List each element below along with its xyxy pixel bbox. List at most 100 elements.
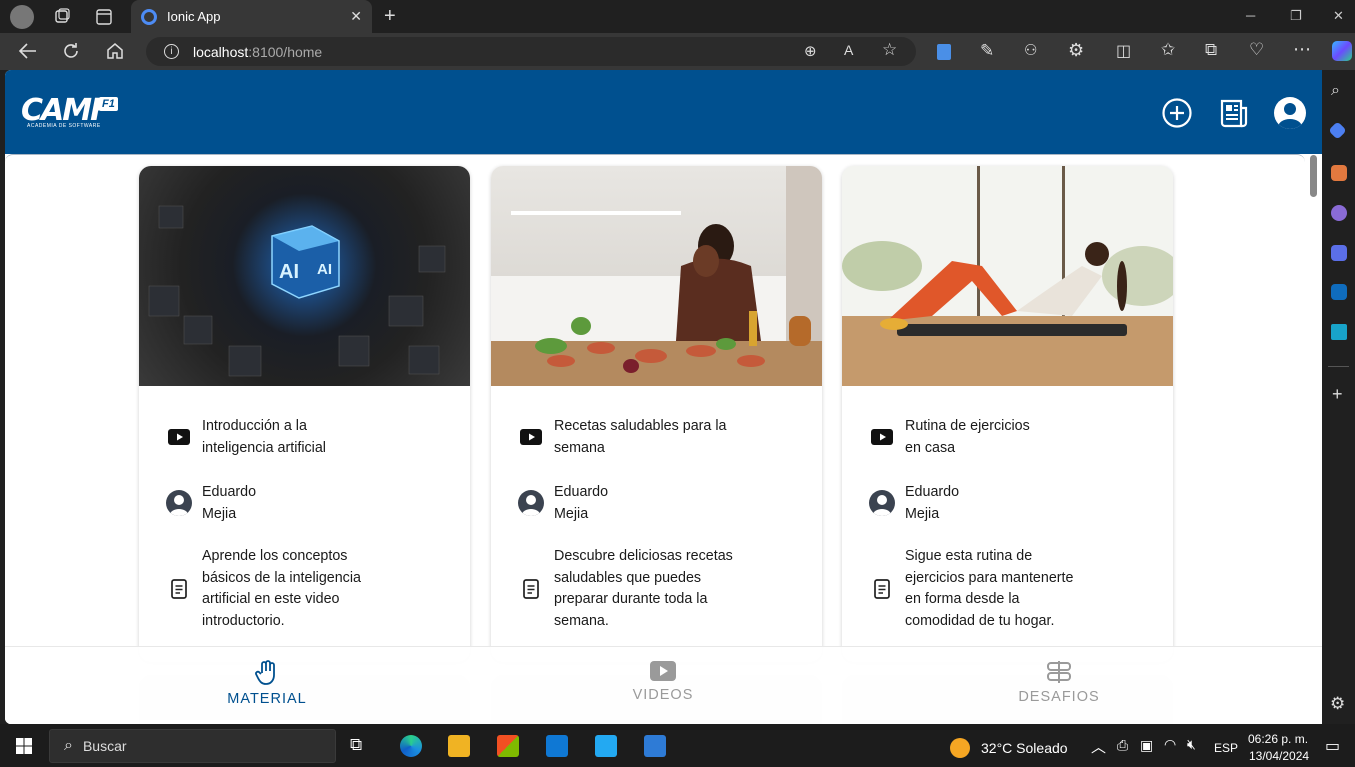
home-icon[interactable] bbox=[106, 42, 124, 60]
notifications-icon[interactable]: ▭ bbox=[1325, 736, 1340, 756]
tab-desafios[interactable]: DESAFIOS bbox=[861, 647, 1257, 724]
taskbar-search[interactable]: ⌕ Buscar bbox=[49, 729, 336, 763]
site-info-icon[interactable]: i bbox=[164, 44, 179, 59]
weather-sun-icon[interactable] bbox=[950, 738, 970, 758]
refresh-icon[interactable] bbox=[62, 42, 80, 60]
youtube-icon bbox=[871, 429, 893, 445]
scrollbar[interactable] bbox=[1305, 154, 1322, 724]
sidebar-settings-icon[interactable]: ⚙ bbox=[1330, 694, 1345, 714]
card-title: Rutina de ejercicios en casa bbox=[905, 418, 1030, 456]
sidebar-shopping-icon[interactable] bbox=[1328, 121, 1347, 140]
back-icon[interactable] bbox=[18, 42, 38, 60]
document-icon bbox=[874, 579, 890, 599]
browser-essentials-icon[interactable]: ♡ bbox=[1249, 40, 1264, 60]
person-circle-icon[interactable] bbox=[1273, 96, 1307, 130]
browser-tab-active[interactable]: Ionic App ✕ bbox=[131, 0, 372, 33]
card-recipes[interactable]: Recetas saludables para la semana Eduard… bbox=[491, 166, 822, 662]
vertical-tabs-icon[interactable] bbox=[95, 8, 113, 26]
clock-time[interactable]: 06:26 p. m. bbox=[1248, 732, 1308, 746]
mail-icon[interactable] bbox=[546, 735, 568, 757]
url-host: localhost bbox=[193, 43, 249, 60]
copilot-icon[interactable] bbox=[1332, 41, 1352, 61]
document-icon bbox=[523, 579, 539, 599]
edge-sidebar: ⌕ + ⚙ bbox=[1322, 70, 1355, 724]
photos-icon[interactable] bbox=[644, 735, 666, 757]
edge-taskbar-icon[interactable] bbox=[400, 735, 422, 757]
sidebar-tools-icon[interactable] bbox=[1331, 165, 1347, 181]
sidebar-outlook-icon[interactable] bbox=[1331, 284, 1347, 300]
extension-2-icon[interactable]: ⚇ bbox=[1024, 41, 1037, 59]
tab-close-icon[interactable]: ✕ bbox=[350, 8, 362, 25]
minimize-icon[interactable]: ─ bbox=[1246, 8, 1255, 23]
show-hidden-icons[interactable]: ︿ bbox=[1091, 736, 1106, 757]
display-icon[interactable]: ▣ bbox=[1140, 737, 1153, 754]
tab-favicon-icon bbox=[141, 8, 157, 25]
wifi-icon[interactable]: ◠ bbox=[1164, 736, 1176, 753]
card-image-exercise bbox=[842, 166, 1173, 386]
card-ai[interactable]: AI AI Introducción a la inteligencia art… bbox=[139, 166, 470, 662]
card-author: Eduardo Mejia bbox=[905, 484, 960, 522]
signpost-icon bbox=[1047, 661, 1071, 683]
windows-start-icon[interactable] bbox=[16, 738, 32, 754]
search-icon: ⌕ bbox=[64, 737, 73, 754]
tab-title: Ionic App bbox=[167, 9, 221, 24]
sidebar-drop-icon[interactable] bbox=[1331, 324, 1347, 340]
sidebar-search-icon[interactable]: ⌕ bbox=[1331, 82, 1340, 100]
search-placeholder: Buscar bbox=[82, 738, 127, 754]
tab-videos[interactable]: VIDEOS bbox=[465, 647, 861, 724]
card-description-row: Sigue esta rutina de ejercicios para man… bbox=[868, 546, 1073, 632]
svg-text:AI: AI bbox=[317, 261, 332, 278]
clock-date[interactable]: 13/04/2024 bbox=[1249, 749, 1309, 763]
card-title-row: Introducción a la inteligencia artificia… bbox=[165, 415, 326, 459]
newspaper-icon[interactable] bbox=[1217, 96, 1251, 130]
sidebar-add-icon[interactable]: + bbox=[1332, 384, 1343, 405]
tab-bar: MATERIAL VIDEOS DESAFIOS bbox=[5, 646, 1322, 724]
task-view-icon[interactable]: ⧉ bbox=[350, 735, 362, 755]
document-icon bbox=[171, 579, 187, 599]
favorite-star-icon[interactable]: ☆ bbox=[882, 40, 897, 60]
vscode-icon[interactable] bbox=[595, 735, 617, 757]
play-icon bbox=[650, 661, 676, 681]
favorites-icon[interactable]: ✩ bbox=[1161, 40, 1175, 60]
scrollbar-thumb[interactable] bbox=[1310, 155, 1317, 197]
extension-icon[interactable] bbox=[937, 44, 951, 60]
card-title-row: Rutina de ejercicios en casa bbox=[868, 415, 1030, 459]
tab-label: VIDEOS bbox=[632, 687, 694, 703]
store-icon[interactable] bbox=[497, 735, 519, 757]
add-circle-icon[interactable] bbox=[1160, 96, 1194, 130]
card-author-row: Eduardo Mejia bbox=[868, 481, 959, 525]
card-exercise[interactable]: Rutina de ejercicios en casa Eduardo Mej… bbox=[842, 166, 1173, 662]
logo-badge: F1 bbox=[99, 97, 118, 111]
address-bar[interactable]: i localhost:8100/home ⊕ A ☆ bbox=[146, 37, 916, 66]
weather-text[interactable]: 32°C Soleado bbox=[981, 740, 1068, 756]
ionic-app: CAMF F1 ACADEMIA DE SOFTWARE AI AI Intro… bbox=[5, 70, 1322, 724]
sidebar-games-icon[interactable] bbox=[1331, 205, 1347, 221]
eyedropper-icon[interactable]: ✎ bbox=[980, 41, 994, 61]
card-title: Recetas saludables para la semana bbox=[554, 418, 727, 456]
author-avatar-icon bbox=[166, 490, 192, 516]
zoom-icon[interactable]: ⊕ bbox=[804, 42, 817, 60]
volume-muted-icon[interactable]: 🔇︎ bbox=[1187, 736, 1196, 753]
file-explorer-icon[interactable] bbox=[448, 735, 470, 757]
new-tab-icon[interactable]: + bbox=[384, 5, 396, 28]
sidebar-divider bbox=[1328, 366, 1349, 367]
card-author-row: Eduardo Mejia bbox=[165, 481, 256, 525]
window-close-icon[interactable]: ✕ bbox=[1333, 8, 1344, 24]
meet-icon[interactable]: ⎙ bbox=[1117, 737, 1128, 754]
more-menu-icon[interactable]: ⋯ bbox=[1293, 39, 1311, 60]
split-screen-icon[interactable]: ◫ bbox=[1116, 41, 1131, 61]
sidebar-m365-icon[interactable] bbox=[1331, 245, 1347, 261]
tab-label: DESAFIOS bbox=[1018, 689, 1100, 705]
read-aloud-icon[interactable]: A bbox=[844, 42, 853, 58]
extensions-icon[interactable]: ⚙ bbox=[1068, 40, 1084, 61]
card-description-row: Descubre deliciosas recetas saludables q… bbox=[517, 546, 733, 632]
workspaces-icon[interactable] bbox=[53, 8, 71, 26]
restore-icon[interactable]: ❐ bbox=[1290, 8, 1302, 24]
hand-icon bbox=[255, 660, 275, 685]
card-author: Eduardo Mejia bbox=[554, 484, 609, 522]
card-title-row: Recetas saludables para la semana bbox=[517, 415, 726, 459]
tab-material[interactable]: MATERIAL bbox=[69, 647, 465, 724]
collections-icon[interactable]: ⧉ bbox=[1205, 40, 1217, 60]
profile-avatar[interactable] bbox=[10, 5, 34, 29]
language-indicator[interactable]: ESP bbox=[1214, 741, 1238, 755]
